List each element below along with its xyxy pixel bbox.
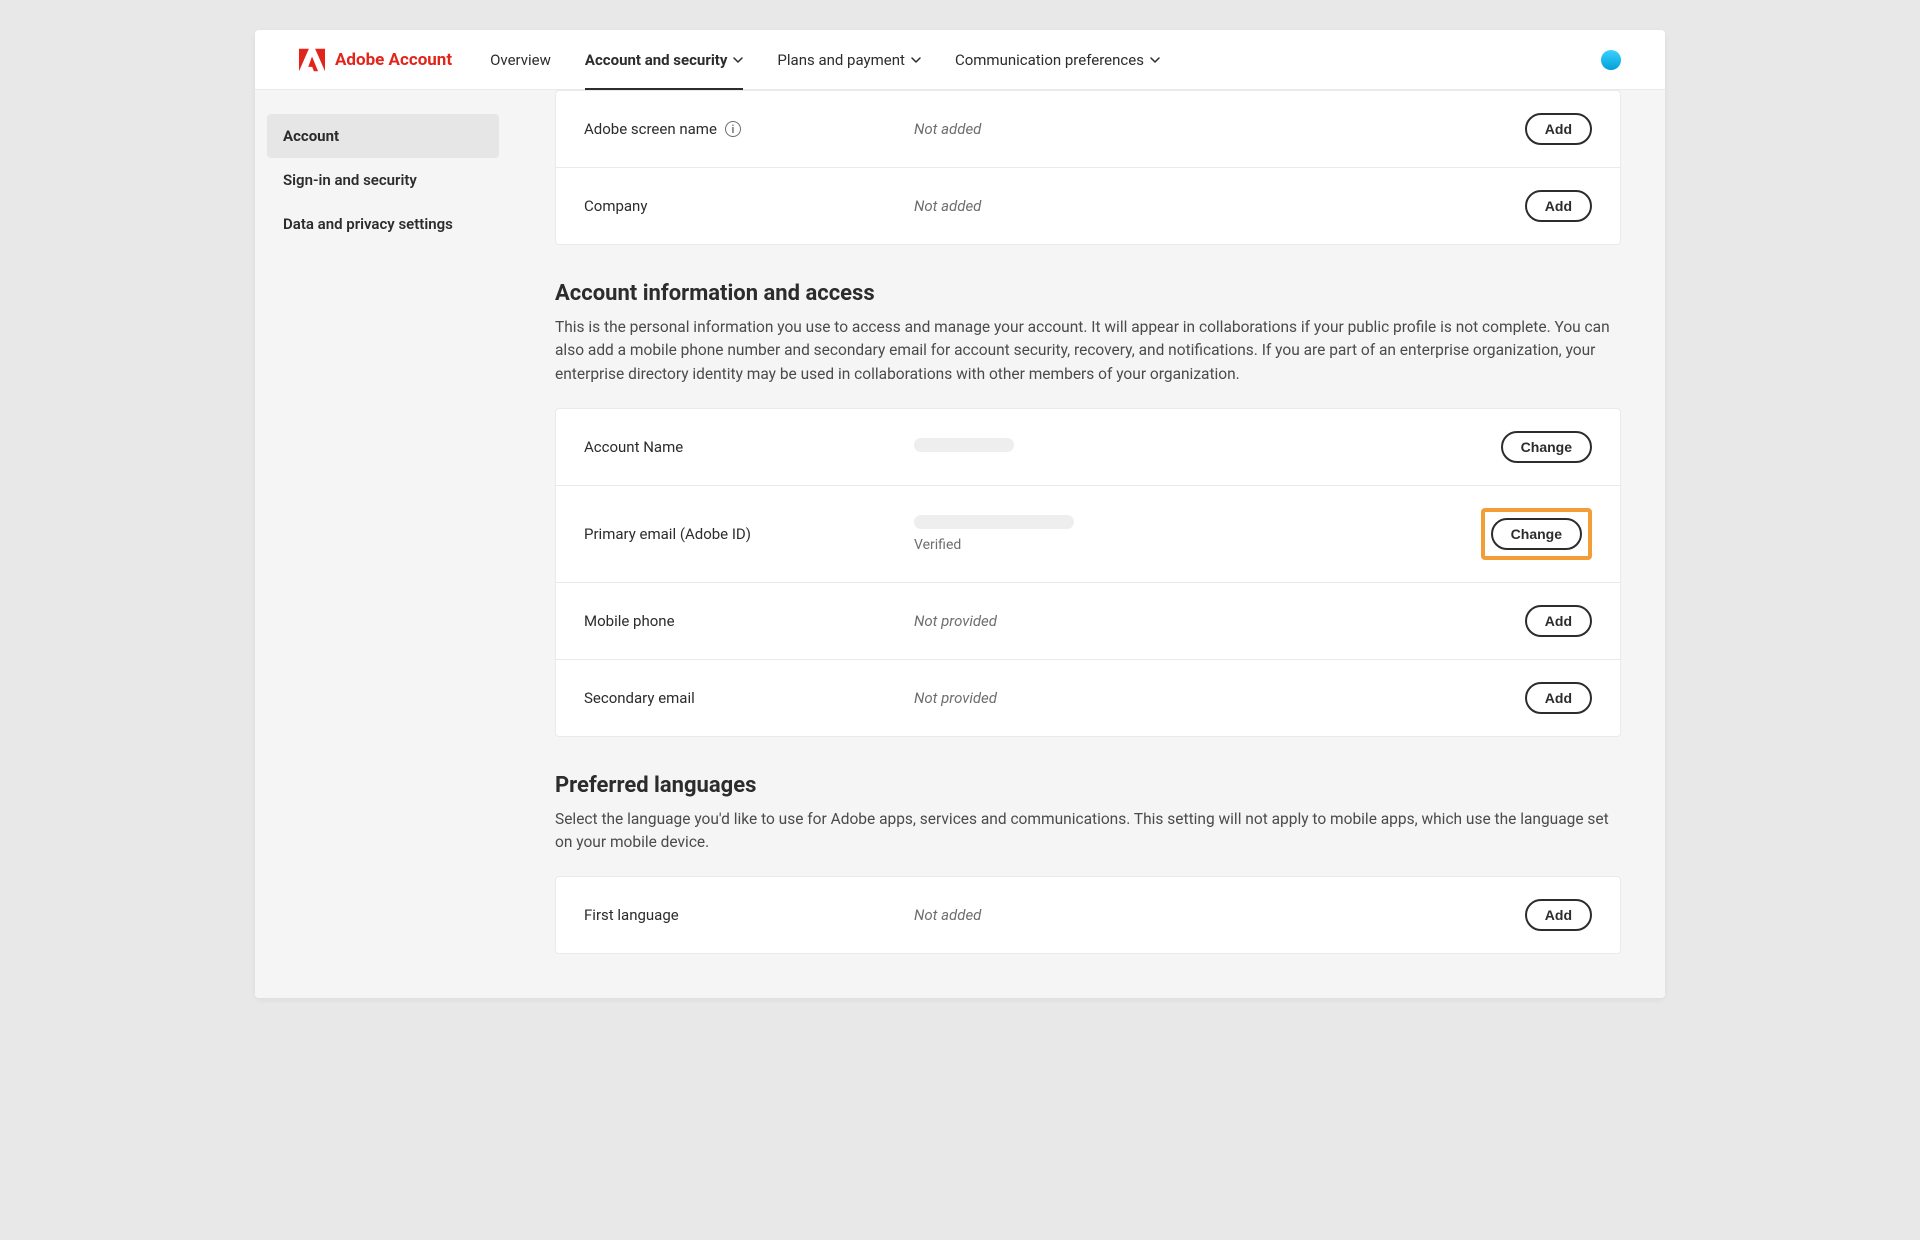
top-nav: Overview Account and security Plans and pa… [490,30,1160,89]
row-value: Not provided [914,612,1525,630]
section-desc-languages: Select the language you'd like to use fo… [555,808,1621,855]
row-action: Add [1525,113,1592,145]
languages-card: First language Not added Add [555,876,1621,954]
settings-row: Primary email (Adobe ID) Verified Change [556,486,1620,583]
row-value-text: Not added [914,197,981,215]
settings-row: Mobile phone Not provided Add [556,583,1620,660]
row-label-text: Company [584,197,647,215]
nav-label: Communication preferences [955,51,1144,69]
row-value-text: Not provided [914,612,997,630]
sidebar-item-account[interactable]: Account [267,114,499,158]
profile-card: Adobe screen name i Not added Add Company Not… [555,90,1621,245]
row-action: Change [1481,508,1592,560]
row-label-text: Primary email (Adobe ID) [584,525,751,543]
row-value: Not provided [914,689,1525,707]
sidebar-item-data-and-privacy-settings[interactable]: Data and privacy settings [267,202,499,246]
row-value-text: Not added [914,906,981,924]
section-title-account-info: Account information and access [555,281,1621,306]
add-button-adobe-screen-name[interactable]: Add [1525,113,1592,145]
row-action: Add [1525,899,1592,931]
brand-text: Adobe Account [335,50,452,70]
row-value-text: Not provided [914,689,997,707]
row-action: Change [1501,431,1592,463]
add-button-secondary-email[interactable]: Add [1525,682,1592,714]
row-label: Company [584,197,914,215]
settings-row: Company Not added Add [556,168,1620,244]
redacted-value [914,515,1074,529]
row-subvalue: Verified [914,537,1481,553]
settings-row: Adobe screen name i Not added Add [556,91,1620,168]
row-label: First language [584,906,914,924]
row-action: Add [1525,605,1592,637]
adobe-logo-icon [299,48,325,72]
row-label: Account Name [584,438,914,456]
row-label: Secondary email [584,689,914,707]
section-desc-account-info: This is the personal information you use… [555,316,1621,386]
nav-item-plans-and-payment[interactable]: Plans and payment [777,30,921,89]
brand-logo[interactable]: Adobe Account [299,48,452,72]
row-label-text: Adobe screen name [584,120,717,138]
row-label-text: First language [584,906,679,924]
row-value: Verified [914,515,1481,553]
section-title-languages: Preferred languages [555,773,1621,798]
row-value: Not added [914,906,1525,924]
highlight-box: Change [1481,508,1592,560]
add-button-first-language[interactable]: Add [1525,899,1592,931]
chevron-down-icon [733,55,743,65]
header-bar: Adobe Account Overview Account and securi… [255,30,1665,90]
row-label: Mobile phone [584,612,914,630]
add-button-mobile-phone[interactable]: Add [1525,605,1592,637]
change-button-primary-email-adobe-id-[interactable]: Change [1491,518,1582,550]
nav-item-communication-preferences[interactable]: Communication preferences [955,30,1160,89]
nav-label: Overview [490,51,551,69]
account-info-card: Account NameChangePrimary email (Adobe I… [555,408,1621,737]
main-content: Adobe screen name i Not added Add Company Not… [511,90,1665,998]
add-button-company[interactable]: Add [1525,190,1592,222]
redacted-value [914,438,1014,452]
row-value-text: Not added [914,120,981,138]
row-value: Not added [914,120,1525,138]
chevron-down-icon [1150,55,1160,65]
chevron-down-icon [911,55,921,65]
info-icon[interactable]: i [725,121,741,137]
settings-row: Secondary email Not provided Add [556,660,1620,736]
nav-item-overview[interactable]: Overview [490,30,551,89]
nav-item-account-and-security[interactable]: Account and security [585,30,744,89]
row-label: Primary email (Adobe ID) [584,525,914,543]
change-button-account-name[interactable]: Change [1501,431,1592,463]
nav-label: Plans and payment [777,51,905,69]
settings-row: Account Name Change [556,409,1620,486]
sidebar: AccountSign-in and securityData and priv… [255,90,511,998]
row-action: Add [1525,682,1592,714]
row-value: Not added [914,197,1525,215]
row-label: Adobe screen name i [584,120,914,138]
sidebar-item-sign-in-and-security[interactable]: Sign-in and security [267,158,499,202]
nav-label: Account and security [585,51,728,69]
settings-row: First language Not added Add [556,877,1620,953]
row-value [914,438,1501,456]
row-label-text: Account Name [584,438,683,456]
row-action: Add [1525,190,1592,222]
row-label-text: Mobile phone [584,612,675,630]
row-label-text: Secondary email [584,689,695,707]
user-avatar[interactable] [1601,50,1621,70]
